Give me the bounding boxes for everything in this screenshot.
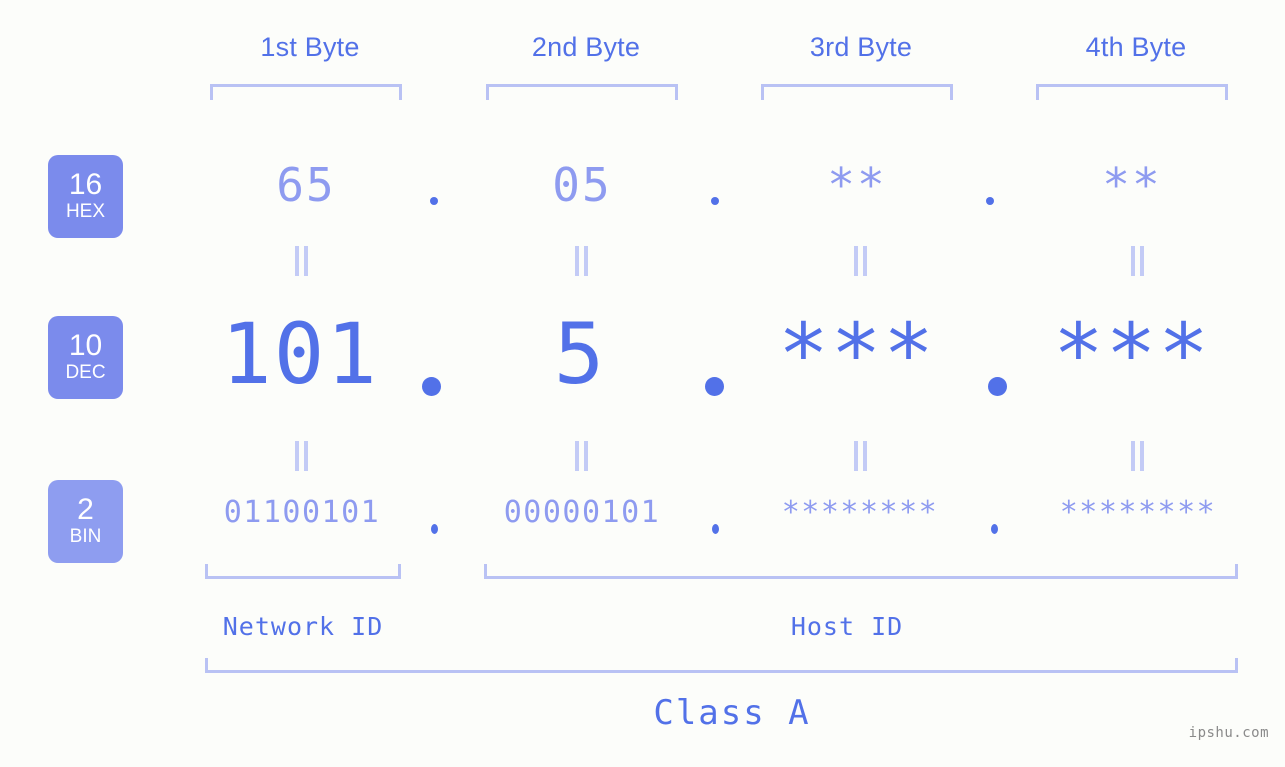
byte-bracket-1	[210, 84, 402, 100]
hex-byte-4-value: **	[1102, 158, 1162, 212]
base-badge-bin: 2 BIN	[48, 480, 123, 563]
dec-dot-separator-2	[705, 377, 724, 396]
network-id-bracket	[205, 564, 401, 579]
base-badge-dec: 10 DEC	[48, 316, 123, 399]
host-id-bracket	[484, 564, 1238, 579]
hex-dot-separator-2	[711, 197, 719, 205]
ip-breakdown-diagram: 1st Byte 2nd Byte 3rd Byte 4th Byte 16 H…	[0, 0, 1285, 767]
bin-dot-separator-3	[991, 524, 998, 534]
equals-icon-hex-dec-3	[849, 246, 871, 276]
dec-byte-1-value: 101	[221, 305, 379, 403]
equals-icon-hex-dec-1	[290, 246, 312, 276]
dec-dot-separator-3	[988, 377, 1007, 396]
class-bracket	[205, 658, 1238, 673]
base-badge-hex: 16 HEX	[48, 155, 123, 238]
byte-header-label-4: 4th Byte	[1085, 32, 1187, 62]
dec-byte-3-value: ***	[778, 305, 936, 403]
bin-byte-3-value: ********	[781, 495, 939, 530]
byte-bracket-2	[486, 84, 678, 100]
hex-dot-separator-3	[986, 197, 994, 205]
equals-icon-dec-bin-1	[290, 441, 312, 471]
dec-byte-2-value: 5	[553, 305, 607, 403]
equals-icon-dec-bin-2	[570, 441, 592, 471]
base-badge-bin-name: BIN	[69, 526, 102, 548]
equals-icon-hex-dec-2	[570, 246, 592, 276]
bin-byte-2-value: 00000101	[503, 495, 661, 530]
dec-byte-4-value: ***	[1053, 305, 1211, 403]
base-badge-bin-number: 2	[77, 493, 94, 527]
byte-header-label-3: 3rd Byte	[809, 32, 913, 62]
hex-byte-2-value: 05	[552, 158, 612, 212]
byte-header-label-1: 1st Byte	[260, 32, 360, 62]
hex-dot-separator-1	[430, 197, 438, 205]
base-badge-hex-number: 16	[68, 168, 103, 202]
base-badge-hex-name: HEX	[65, 201, 106, 223]
site-watermark: ipshu.com	[1188, 725, 1269, 741]
bin-byte-1-value: 01100101	[223, 495, 381, 530]
equals-icon-dec-bin-3	[849, 441, 871, 471]
byte-bracket-4	[1036, 84, 1228, 100]
equals-icon-dec-bin-4	[1126, 441, 1148, 471]
byte-header-label-2: 2nd Byte	[531, 32, 641, 62]
equals-icon-hex-dec-4	[1126, 246, 1148, 276]
byte-bracket-3	[761, 84, 953, 100]
bin-dot-separator-2	[712, 524, 719, 534]
hex-byte-3-value: **	[827, 158, 887, 212]
network-id-label: Network ID	[222, 612, 384, 641]
dec-dot-separator-1	[422, 377, 441, 396]
class-label: Class A	[653, 693, 811, 733]
hex-byte-1-value: 65	[276, 158, 336, 212]
bin-byte-4-value: ********	[1059, 495, 1217, 530]
bin-dot-separator-1	[431, 524, 438, 534]
host-id-label: Host ID	[790, 612, 904, 641]
base-badge-dec-number: 10	[68, 329, 103, 363]
base-badge-dec-name: DEC	[65, 362, 106, 384]
